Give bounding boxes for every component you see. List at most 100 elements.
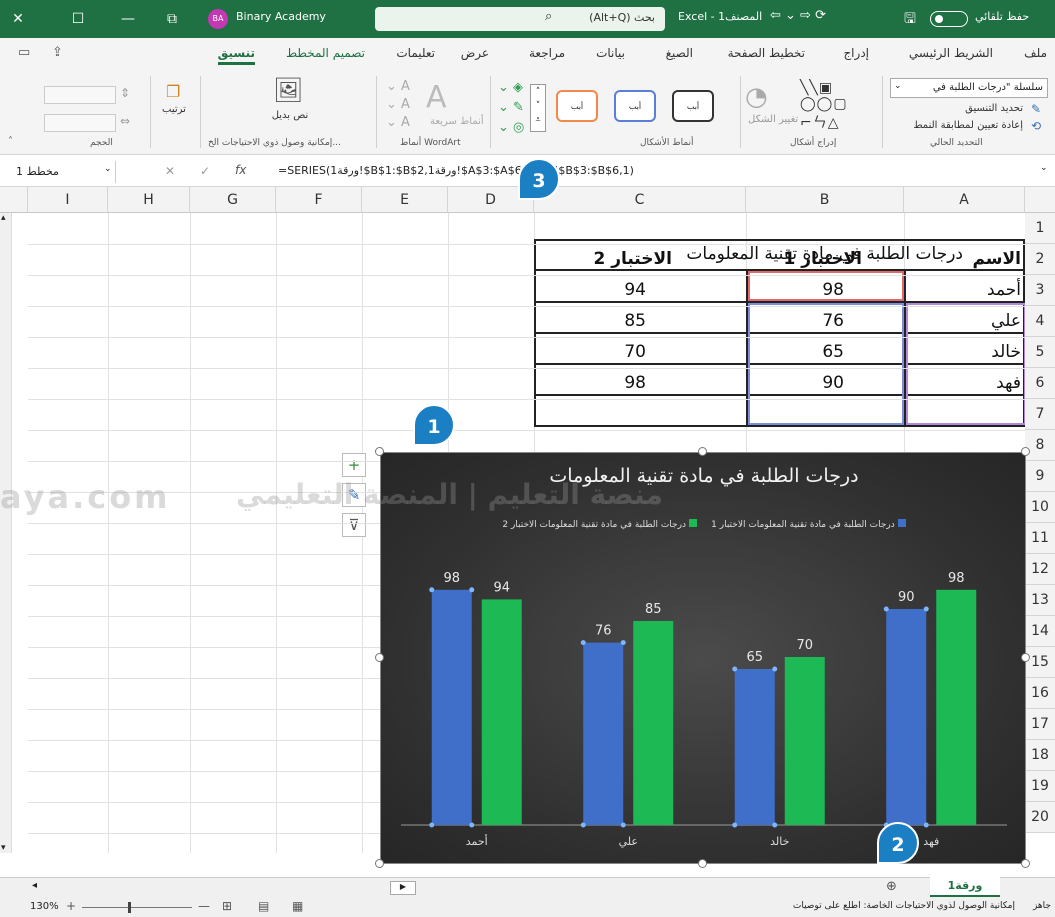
resize-handle[interactable] <box>1021 653 1030 662</box>
alt-text-icon[interactable]: 🖼 <box>273 76 303 104</box>
cell-C5[interactable]: 70 <box>624 342 646 362</box>
account-name[interactable]: Binary Academy <box>236 10 326 23</box>
cell-C6[interactable]: 98 <box>624 373 646 393</box>
scroll-left-icon[interactable]: ◂ <box>32 880 37 891</box>
alt-text-label[interactable]: نص بديل <box>270 110 310 121</box>
shape-style-2[interactable]: أبب <box>614 90 656 122</box>
resize-handle[interactable] <box>375 447 384 456</box>
tab-home[interactable]: الشريط الرئيسي <box>909 46 993 60</box>
row-header-4[interactable]: 4 <box>1025 306 1055 337</box>
resize-handle[interactable] <box>698 859 707 868</box>
column-header-A[interactable]: A <box>904 187 1025 213</box>
row-header-12[interactable]: 12 <box>1025 554 1055 585</box>
autosave-toggle[interactable] <box>930 11 968 27</box>
resize-handle[interactable] <box>375 653 384 662</box>
bar-series2-0[interactable] <box>481 599 522 825</box>
shape-height-input[interactable] <box>44 86 116 104</box>
tab-review[interactable]: مراجعة <box>529 46 565 60</box>
vertical-scrollbar[interactable]: ▴ ▾ <box>0 213 12 853</box>
row-header-15[interactable]: 15 <box>1025 647 1055 678</box>
row-header-18[interactable]: 18 <box>1025 740 1055 771</box>
tab-formulas[interactable]: الصيغ <box>666 46 693 60</box>
row-header-13[interactable]: 13 <box>1025 585 1055 616</box>
bar-series2-2[interactable] <box>784 657 825 825</box>
bar-series1-2[interactable] <box>734 669 775 825</box>
tab-view[interactable]: عرض <box>461 46 489 60</box>
cell-B6[interactable]: 90 <box>822 373 844 393</box>
column-header-B[interactable]: B <box>746 187 904 213</box>
cell-C3[interactable]: 94 <box>624 280 646 300</box>
row-header-20[interactable]: 20 <box>1025 802 1055 833</box>
resize-handle[interactable] <box>698 447 707 456</box>
column-header-G[interactable]: G <box>190 187 276 213</box>
zoom-out-icon[interactable]: + <box>66 899 76 913</box>
column-header-I[interactable]: I <box>28 187 108 213</box>
chart-filters-button[interactable]: ⊽ <box>342 513 366 537</box>
row-header-10[interactable]: 10 <box>1025 492 1055 523</box>
tab-page-layout[interactable]: تخطيط الصفحة <box>728 46 805 60</box>
resize-handle[interactable] <box>375 859 384 868</box>
edit-shape-icon[interactable]: ◔ <box>745 82 768 112</box>
close-icon[interactable]: ✕ <box>8 9 28 29</box>
row-header-2[interactable]: 2 <box>1025 244 1055 275</box>
zoom-slider-thumb[interactable] <box>128 902 131 913</box>
row-header-17[interactable]: 17 <box>1025 709 1055 740</box>
resize-handle[interactable] <box>1021 859 1030 868</box>
cell-B2[interactable]: الاختبار 1 <box>783 249 862 269</box>
name-box[interactable]: مخطط 1 ⌄ <box>4 161 116 183</box>
tab-file[interactable]: ملف <box>1024 46 1047 60</box>
row-header-19[interactable]: 19 <box>1025 771 1055 802</box>
accessibility-status[interactable]: إمكانية الوصول لذوي الاحتياجات الخاصة: ا… <box>793 901 1015 911</box>
chart-area[interactable]: درجات الطلبة في مادة تقنية المعلومات درج… <box>380 452 1026 864</box>
zoom-level[interactable]: 130% <box>30 901 59 912</box>
row-header-8[interactable]: 8 <box>1025 430 1055 461</box>
shape-styles-scroll[interactable]: ˄ ˅ ⩡ <box>530 84 546 132</box>
chart-element-select[interactable]: سلسلة "درجات الطلبة في ⌄ <box>890 78 1048 98</box>
restore-icon[interactable]: ⧉ <box>162 9 182 29</box>
collapse-ribbon-icon[interactable]: ˄ <box>8 136 13 147</box>
comment-icon[interactable]: ▭ <box>18 45 30 60</box>
tab-insert[interactable]: إدراج <box>843 46 869 60</box>
row-header-7[interactable]: 7 <box>1025 399 1055 430</box>
row-header-9[interactable]: 9 <box>1025 461 1055 492</box>
column-header-E[interactable]: E <box>362 187 448 213</box>
format-selection-button[interactable]: تحديد التنسيق <box>965 103 1023 114</box>
row-header-3[interactable]: 3 <box>1025 275 1055 306</box>
shapes-gallery[interactable]: ╲╲▣ ◯◯▢ ⌐ㄣ△ <box>800 80 848 132</box>
column-header-C[interactable]: C <box>534 187 746 213</box>
cell-C2[interactable]: الاختبار 2 <box>593 249 672 269</box>
shape-width-input[interactable] <box>44 114 116 132</box>
chart-elements-button[interactable]: + <box>342 453 366 477</box>
cell-C4[interactable]: 85 <box>624 311 646 331</box>
row-header-11[interactable]: 11 <box>1025 523 1055 554</box>
arrange-icon[interactable]: ❐ <box>166 82 180 101</box>
reset-style-button[interactable]: إعادة تعيين لمطابقة النمط <box>913 120 1023 131</box>
bar-series2-1[interactable] <box>633 621 674 825</box>
expand-formula-icon[interactable]: ⌄ <box>1040 163 1048 173</box>
horizontal-scroll-thumb[interactable]: ▶ <box>390 881 416 895</box>
zoom-slider[interactable] <box>82 907 192 908</box>
account-avatar[interactable]: BA <box>208 9 228 29</box>
sheet-tab-active[interactable]: ورقة1 <box>930 877 1000 898</box>
share-icon[interactable]: ⇪ <box>52 45 63 60</box>
shape-fill-outline-effects[interactable]: ⌄ ◈ ⌄ ✎ ⌄ ◎ <box>498 78 524 138</box>
row-header-16[interactable]: 16 <box>1025 678 1055 709</box>
cell-A5[interactable]: خالد <box>991 342 1021 362</box>
tab-chart-design[interactable]: تصميم المخطط <box>286 46 365 60</box>
bar-series1-3[interactable] <box>886 609 927 825</box>
zoom-in-icon[interactable]: — <box>198 899 210 913</box>
row-header-6[interactable]: 6 <box>1025 368 1055 399</box>
undo-redo-icons[interactable]: ⇦ ⌄ ⇨ ⟳ <box>770 8 826 23</box>
bar-series1-0[interactable] <box>431 589 472 825</box>
add-sheet-button[interactable]: ⊕ <box>886 879 897 894</box>
column-header-F[interactable]: F <box>276 187 362 213</box>
select-all-corner[interactable] <box>0 187 28 213</box>
text-fill-outline-effects[interactable]: ⌄ A ⌄ A ⌄ A <box>386 78 410 132</box>
scroll-down-icon[interactable]: ▾ <box>1 843 6 853</box>
scroll-up-icon[interactable]: ▴ <box>1 213 6 223</box>
resize-handle[interactable] <box>1021 447 1030 456</box>
bar-series2-3[interactable] <box>936 589 977 825</box>
minimize-icon[interactable]: — <box>118 9 138 29</box>
tab-format[interactable]: تنسيق <box>217 46 255 65</box>
maximize-icon[interactable]: ☐ <box>68 9 88 29</box>
